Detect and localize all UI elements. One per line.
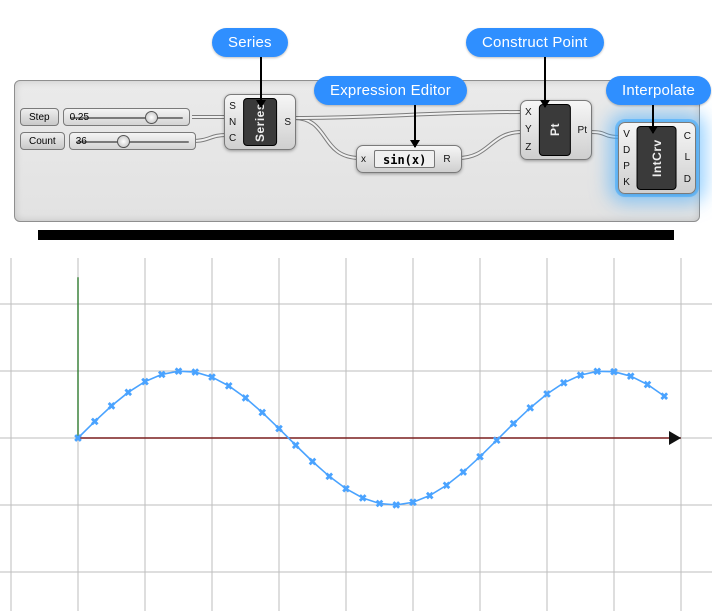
port-x[interactable]: X xyxy=(525,106,532,119)
port-z[interactable]: Z xyxy=(525,141,532,154)
slider-step[interactable]: Step 0.25 xyxy=(20,108,190,126)
callout-label: Construct Point xyxy=(466,28,604,57)
point-inputs: X Y Z xyxy=(521,101,536,159)
slider-step-label: Step xyxy=(20,108,59,126)
callout-label: Expression Editor xyxy=(314,76,467,105)
port-c-in[interactable]: C xyxy=(229,132,236,145)
port-d[interactable]: D xyxy=(623,144,630,157)
callout-label: Interpolate xyxy=(606,76,711,105)
slider-step-track[interactable]: 0.25 xyxy=(63,108,190,126)
callout-expression-editor: Expression Editor xyxy=(314,76,467,147)
slider-count-value: 36 xyxy=(70,136,87,147)
port-x-in[interactable]: x xyxy=(361,153,366,166)
expr-inputs: x xyxy=(357,146,370,172)
component-expression[interactable]: x sin(x) R xyxy=(356,145,462,173)
port-l-out[interactable]: L xyxy=(684,151,691,164)
component-construct-point[interactable]: X Y Z Pt Pt xyxy=(520,100,592,160)
callout-construct-point: Construct Point xyxy=(466,28,604,107)
rhino-viewport[interactable] xyxy=(0,258,712,611)
callout-label: Series xyxy=(212,28,288,57)
point-outputs: Pt xyxy=(574,101,591,159)
port-pt-out[interactable]: Pt xyxy=(578,124,587,137)
callout-series: Series xyxy=(212,28,288,107)
interp-inputs: V D P K xyxy=(619,123,634,193)
interp-core: IntCrv xyxy=(637,126,677,190)
port-y[interactable]: Y xyxy=(525,123,532,136)
slider-step-value: 0.25 xyxy=(64,112,89,123)
callout-interpolate: Interpolate xyxy=(606,76,711,133)
point-core: Pt xyxy=(539,104,571,156)
port-r-out[interactable]: R xyxy=(443,153,450,166)
port-s-out[interactable]: S xyxy=(284,116,291,129)
port-k[interactable]: K xyxy=(623,176,630,189)
slider-count-track[interactable]: 36 xyxy=(69,132,196,150)
slider-count-knob[interactable] xyxy=(117,135,130,148)
port-p[interactable]: P xyxy=(623,160,630,173)
port-d-out[interactable]: D xyxy=(684,173,691,186)
slider-count-label: Count xyxy=(20,132,65,150)
port-n-in[interactable]: N xyxy=(229,116,236,129)
stage: Series Expression Editor Construct Point… xyxy=(0,0,712,611)
expr-outputs: R xyxy=(439,146,454,172)
slider-step-knob[interactable] xyxy=(145,111,158,124)
interp-outputs: C L D xyxy=(680,123,695,193)
expression-formula[interactable]: sin(x) xyxy=(374,150,435,168)
chart-svg xyxy=(0,258,712,611)
divider-bar xyxy=(38,230,674,240)
slider-count[interactable]: Count 36 xyxy=(20,132,196,150)
